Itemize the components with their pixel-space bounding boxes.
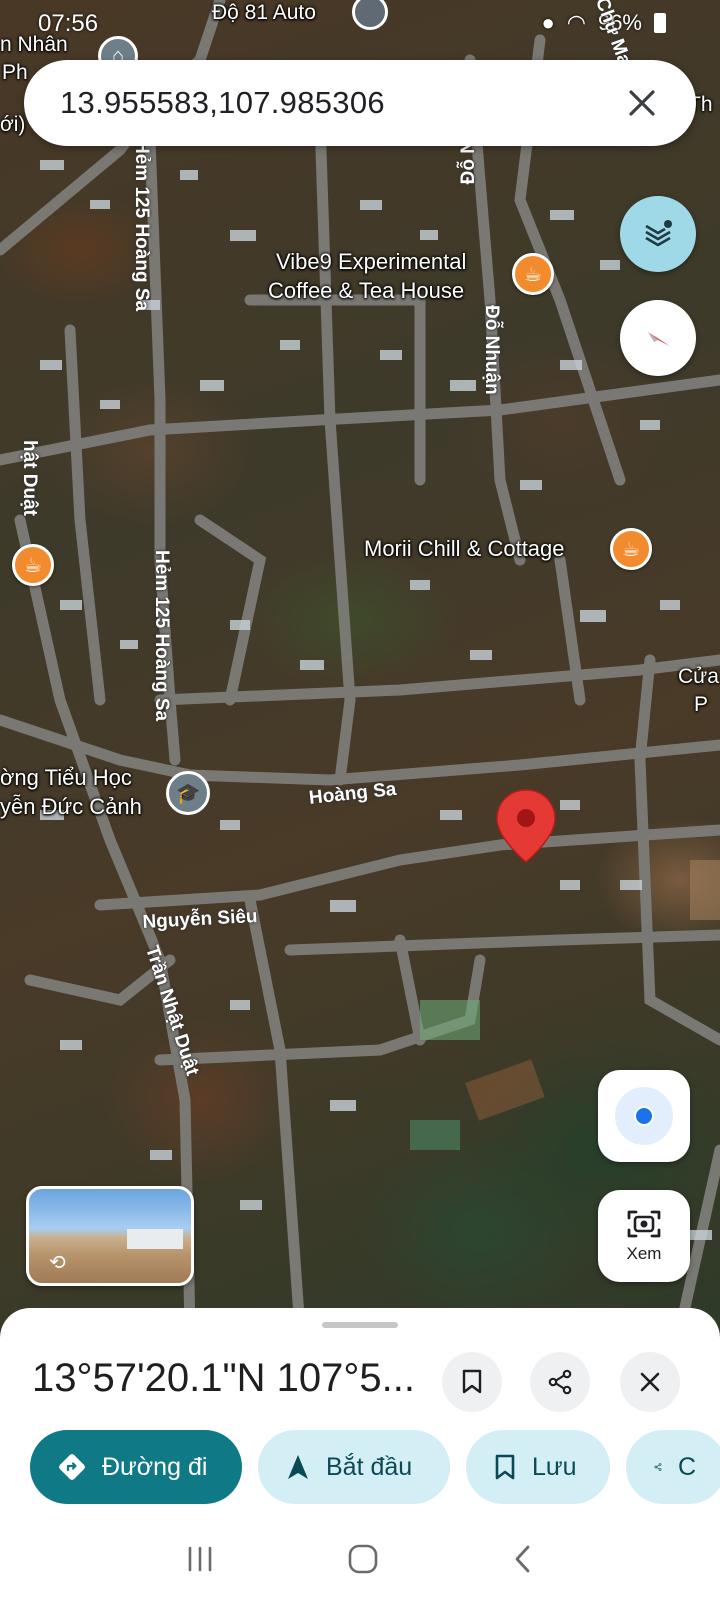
poi-vibe9-name[interactable]: Vibe9 Experimental: [276, 247, 466, 276]
road-label-nhat-duat: hật Duật: [19, 440, 40, 516]
coffee-cup-icon[interactable]: ☕: [512, 253, 554, 295]
map-label-p: P: [694, 693, 709, 716]
camera-lens-icon: [627, 1210, 661, 1238]
place-title: 13°57'20.1"N 107°5...: [32, 1356, 415, 1400]
place-bottom-sheet[interactable]: 13°57'20.1"N 107°5... Đường đi Bắt đầu L: [0, 1308, 720, 1605]
recent-apps-button[interactable]: [185, 1545, 215, 1578]
poi-school-name-line2[interactable]: yễn Đức Cảnh: [0, 792, 142, 821]
compass-button[interactable]: [620, 300, 696, 376]
map-label-cua: Cửa: [678, 665, 719, 688]
close-icon: [640, 1372, 660, 1392]
share-icon: [548, 1369, 572, 1395]
search-query[interactable]: 13.955583,107.985306: [60, 85, 618, 121]
location-status-icon: ●: [541, 10, 555, 35]
share-chip-button[interactable]: C: [626, 1430, 720, 1504]
close-sheet-button[interactable]: [620, 1352, 680, 1412]
recent-apps-icon: [189, 1546, 212, 1572]
my-location-icon: [615, 1087, 673, 1145]
sheet-drag-handle[interactable]: [322, 1322, 398, 1328]
share-button[interactable]: [530, 1352, 590, 1412]
location-pin-icon[interactable]: [496, 789, 556, 863]
my-location-button[interactable]: [598, 1070, 690, 1162]
home-icon: [348, 1544, 378, 1574]
lens-view-button[interactable]: Xem: [598, 1190, 690, 1282]
road-label-hem-125-top: Hẻm 125 Hoàng Sa: [131, 140, 152, 312]
street-view-building: [127, 1229, 183, 1249]
status-time: 07:56: [38, 10, 99, 37]
search-bar[interactable]: 13.955583,107.985306: [24, 60, 696, 146]
back-icon: [515, 1545, 530, 1573]
layers-button[interactable]: [620, 196, 696, 272]
road-label-do-n: Đỗ N: [458, 140, 479, 185]
map-label-auto: Độ 81 Auto: [212, 1, 316, 24]
map-label-ph: Ph: [2, 61, 28, 84]
home-button[interactable]: [346, 1542, 380, 1581]
coffee-cup-icon[interactable]: ☕: [610, 528, 652, 570]
rotate-360-icon: ⟲: [49, 1252, 66, 1274]
directions-label: Đường đi: [102, 1452, 208, 1481]
road-label-do-nhuan: Đỗ Nhuận: [481, 305, 502, 395]
share-chip-label: C: [677, 1452, 696, 1481]
road-label-hem-125-mid: Hẻm 125 Hoàng Sa: [151, 550, 172, 722]
save-bookmark-button[interactable]: [442, 1352, 502, 1412]
bookmark-icon: [495, 1454, 515, 1480]
wifi-icon: ◠: [566, 10, 586, 35]
compass-icon: [648, 332, 670, 346]
navigation-arrow-icon: [288, 1455, 308, 1479]
layers-icon: [645, 220, 672, 247]
poi-morii-name[interactable]: Morii Chill & Cottage: [364, 534, 565, 563]
school-cap-icon[interactable]: 🎓: [166, 771, 210, 815]
map-label-oi: ới): [0, 113, 26, 136]
bookmark-icon: [462, 1369, 482, 1394]
coffee-cup-icon[interactable]: ☕: [12, 544, 54, 586]
start-button[interactable]: Bắt đầu: [258, 1430, 450, 1504]
street-view-thumbnail[interactable]: ⟲: [26, 1186, 194, 1286]
start-label: Bắt đầu: [326, 1452, 413, 1481]
action-chips: Đường đi Bắt đầu Lưu C: [30, 1430, 720, 1504]
back-button[interactable]: [511, 1543, 535, 1580]
share-icon: [654, 1463, 662, 1471]
battery-icon: [654, 13, 666, 33]
clear-search-icon[interactable]: [618, 79, 666, 127]
lens-view-label: Xem: [626, 1244, 662, 1263]
directions-icon: [59, 1454, 85, 1480]
poi-school-name[interactable]: ờng Tiểu Học: [0, 763, 132, 792]
poi-vibe9-name-line2[interactable]: Coffee & Tea House: [268, 276, 464, 305]
save-button[interactable]: Lưu: [466, 1430, 610, 1504]
directions-button[interactable]: Đường đi: [30, 1430, 242, 1504]
save-label: Lưu: [532, 1452, 577, 1481]
system-navigation-bar: [0, 1518, 720, 1605]
